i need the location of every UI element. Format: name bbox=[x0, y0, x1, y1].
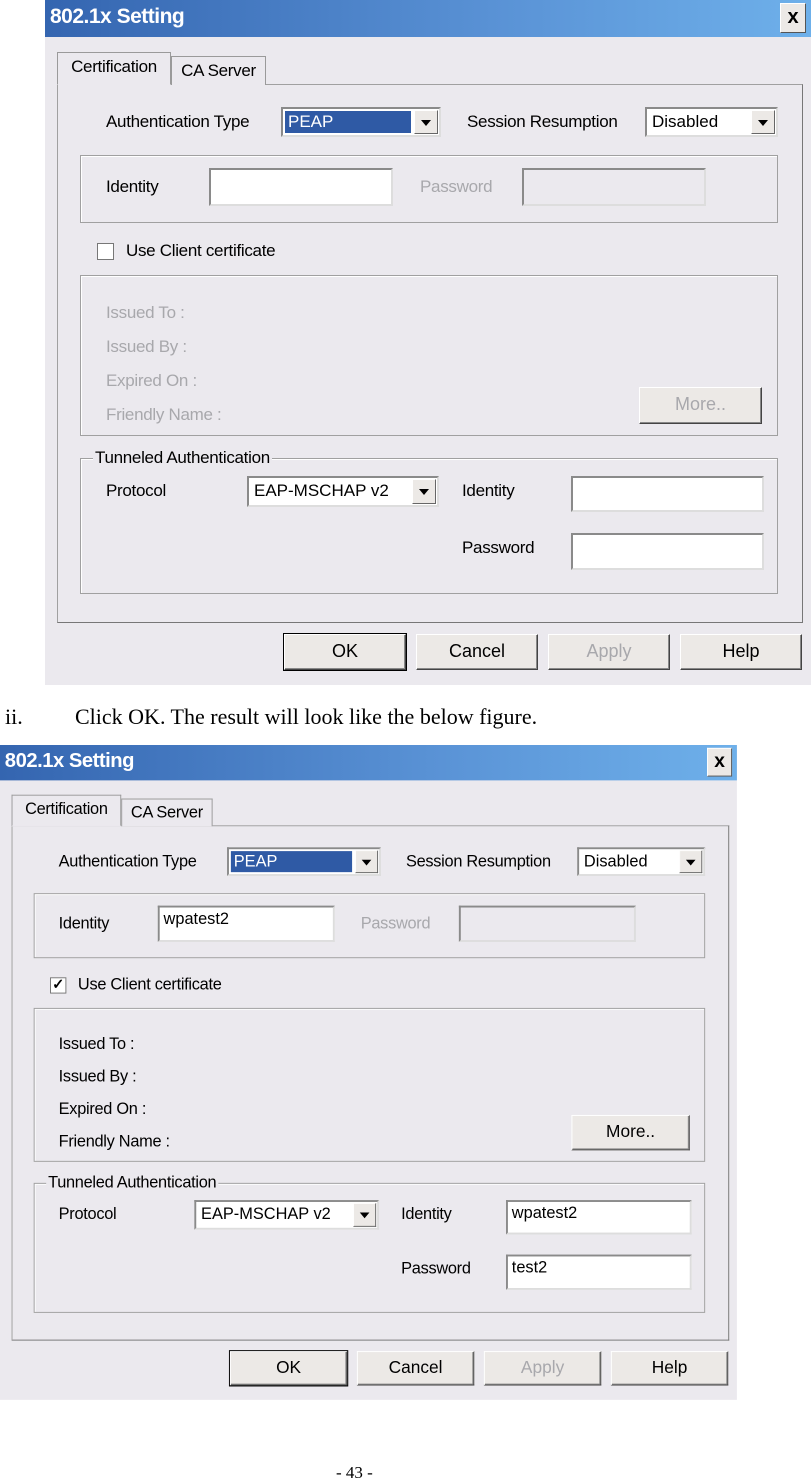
step-number: ii. bbox=[5, 704, 23, 729]
tab-certification[interactable]: Certification bbox=[11, 794, 122, 827]
protocol-select[interactable]: EAP-MSCHAP v2 bbox=[247, 476, 439, 507]
cert-field-label: Issued To : bbox=[58, 1034, 135, 1053]
identity-label: Identity bbox=[106, 177, 159, 196]
password-label: Password bbox=[360, 914, 431, 933]
tunnel-identity-input[interactable] bbox=[571, 476, 764, 512]
use-client-cert-checkbox[interactable] bbox=[97, 243, 114, 260]
use-client-cert-label[interactable]: Use Client certificate bbox=[78, 975, 222, 994]
dialog-before: 802.1x Setting x Certification CA Server Aut… bbox=[45, 0, 811, 685]
close-button[interactable]: x bbox=[707, 747, 733, 777]
tunnel-identity-input[interactable]: wpatest2 bbox=[506, 1200, 692, 1235]
help-button[interactable]: Help bbox=[610, 1351, 729, 1386]
auth-type-label: Authentication Type bbox=[58, 852, 197, 871]
use-client-cert-checkbox[interactable]: ✓ bbox=[50, 976, 67, 994]
identity-input[interactable]: wpatest2 bbox=[157, 905, 335, 942]
session-resumption-select[interactable]: Disabled bbox=[645, 107, 778, 137]
close-button[interactable]: x bbox=[780, 3, 806, 33]
session-resumption-value: Disabled bbox=[583, 852, 648, 871]
protocol-value: EAP-MSCHAP v2 bbox=[201, 1204, 331, 1223]
chevron-down-icon[interactable] bbox=[414, 110, 438, 134]
tab-certification[interactable]: Certification bbox=[57, 52, 171, 85]
help-button[interactable]: Help bbox=[680, 634, 802, 670]
session-resumption-label: Session Resumption bbox=[405, 852, 551, 871]
password-input[interactable] bbox=[458, 905, 636, 942]
page-number: - 43 - bbox=[336, 1463, 373, 1482]
title-bar[interactable]: 802.1x Setting bbox=[45, 0, 811, 37]
cert-field-label: Friendly Name : bbox=[106, 405, 222, 424]
tunneled-auth-legend: Tunneled Authentication bbox=[93, 448, 272, 468]
tunnel-identity-label: Identity bbox=[401, 1204, 452, 1223]
chevron-down-icon[interactable] bbox=[354, 850, 379, 874]
dialog-title: 802.1x Setting bbox=[50, 5, 185, 28]
tunnel-identity-label: Identity bbox=[462, 481, 515, 500]
ok-button[interactable]: OK bbox=[228, 1350, 349, 1387]
identity-label: Identity bbox=[58, 914, 110, 933]
auth-type-value: PEAP bbox=[230, 851, 353, 873]
cert-field-label: Issued To : bbox=[106, 303, 185, 322]
chevron-down-icon[interactable] bbox=[679, 850, 703, 874]
cert-field-label: Friendly Name : bbox=[58, 1132, 170, 1151]
identity-input[interactable] bbox=[209, 168, 393, 206]
dialog-after: 802.1x Setting x Certification CA Server Aut… bbox=[0, 745, 737, 1400]
use-client-cert-label[interactable]: Use Client certificate bbox=[126, 241, 276, 261]
cert-field-label: Expired On : bbox=[106, 371, 197, 390]
auth-type-value: PEAP bbox=[285, 111, 411, 133]
auth-type-label: Authentication Type bbox=[106, 112, 250, 131]
tab-ca-server[interactable]: CA Server bbox=[121, 798, 213, 827]
apply-button[interactable]: Apply bbox=[483, 1351, 602, 1386]
chevron-down-icon[interactable] bbox=[353, 1202, 377, 1227]
protocol-label: Protocol bbox=[58, 1204, 117, 1223]
password-label: Password bbox=[420, 177, 493, 196]
apply-button[interactable]: Apply bbox=[548, 634, 670, 670]
tunneled-auth-legend: Tunneled Authentication bbox=[46, 1173, 219, 1193]
tunnel-password-input[interactable]: test2 bbox=[506, 1254, 692, 1290]
cancel-button[interactable]: Cancel bbox=[356, 1351, 475, 1386]
auth-type-select[interactable]: PEAP bbox=[227, 847, 381, 876]
protocol-label: Protocol bbox=[106, 481, 166, 500]
checkmark-icon: ✓ bbox=[52, 976, 65, 993]
session-resumption-label: Session Resumption bbox=[467, 112, 618, 131]
chevron-down-icon[interactable] bbox=[412, 479, 436, 504]
protocol-select[interactable]: EAP-MSCHAP v2 bbox=[194, 1200, 380, 1230]
cancel-button[interactable]: Cancel bbox=[416, 634, 538, 670]
password-input[interactable] bbox=[522, 168, 706, 206]
tab-ca-server[interactable]: CA Server bbox=[171, 56, 266, 85]
protocol-value: EAP-MSCHAP v2 bbox=[254, 481, 389, 500]
tunnel-password-label: Password bbox=[462, 538, 535, 557]
ok-button[interactable]: OK bbox=[283, 633, 407, 671]
session-resumption-select[interactable]: Disabled bbox=[577, 847, 706, 876]
tunnel-password-input[interactable] bbox=[571, 533, 764, 570]
chevron-down-icon[interactable] bbox=[751, 110, 775, 134]
more-button[interactable]: More.. bbox=[571, 1114, 690, 1151]
title-bar[interactable]: 802.1x Setting bbox=[0, 745, 737, 781]
more-button[interactable]: More.. bbox=[639, 387, 762, 424]
session-resumption-value: Disabled bbox=[652, 112, 719, 131]
cert-field-label: Issued By : bbox=[106, 337, 187, 356]
auth-type-select[interactable]: PEAP bbox=[281, 107, 441, 137]
dialog-title: 802.1x Setting bbox=[4, 749, 135, 772]
cert-field-label: Expired On : bbox=[58, 1099, 147, 1118]
tunnel-password-label: Password bbox=[401, 1259, 471, 1278]
step-text: Click OK. The result will look like the … bbox=[75, 704, 538, 729]
cert-field-label: Issued By : bbox=[58, 1067, 137, 1086]
